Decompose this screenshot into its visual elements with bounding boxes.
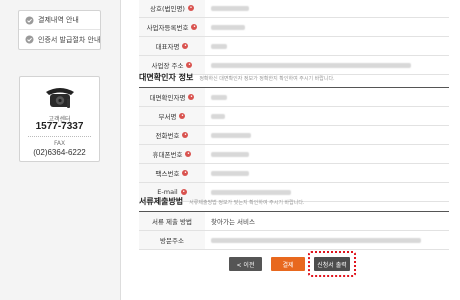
divider	[28, 136, 91, 137]
required-icon: •	[182, 170, 189, 176]
row-label-text: E-mail	[157, 188, 178, 196]
redacted-value	[211, 94, 227, 100]
row-value	[205, 231, 449, 249]
redacted-value	[211, 132, 251, 138]
required-icon: •	[179, 113, 186, 119]
highlight-annotation	[308, 251, 356, 277]
row-label: 부서명 •	[139, 107, 205, 125]
row-label: 대표자명 •	[139, 37, 205, 55]
row-label: 대면확인자명 •	[139, 88, 205, 106]
telephone-icon	[42, 82, 78, 110]
document-table: 서류 제출 방법 찾아가는 서비스 방문주소	[139, 211, 449, 250]
table-row: 휴대폰번호 •	[139, 145, 449, 164]
row-label: 팩스번호 •	[139, 164, 205, 182]
redacted-value	[211, 113, 225, 119]
row-value: 찾아가는 서비스	[211, 218, 255, 226]
table-row: 부서명 •	[139, 107, 449, 126]
redacted-value	[211, 62, 411, 68]
row-value	[205, 88, 449, 106]
table-row: 서류 제출 방법 찾아가는 서비스	[139, 212, 449, 231]
side-menu: 결제내역 안내 인증서 발급절차 안내	[18, 10, 101, 50]
row-label-text: 상호(법인명)	[150, 5, 185, 13]
redacted-value	[211, 237, 421, 243]
redacted-value	[211, 5, 249, 11]
section-hint: 서류제출방법 정보가 맞는지 확인하여 주시기 바랍니다.	[189, 200, 305, 206]
section-hint: 정확하신 대면확인자 정보가 정확한지 확인하여 주시기 바랍니다.	[199, 76, 335, 82]
company-info-table: 상호(법인명) • 사업자등록번호 • 대표자명 • 사업장 주소 •	[139, 0, 449, 75]
row-label-text: 사업자등록번호	[146, 24, 189, 32]
redacted-value	[211, 170, 249, 176]
redacted-value	[211, 189, 291, 195]
row-value	[205, 0, 449, 17]
row-label: 휴대폰번호 •	[139, 145, 205, 163]
table-row: 방문주소	[139, 231, 449, 250]
required-icon: •	[185, 151, 192, 157]
row-label: 서류 제출 방법	[139, 212, 205, 230]
side-menu-label: 인증서 발급절차 안내	[38, 35, 101, 44]
table-row: 팩스번호 •	[139, 164, 449, 183]
required-icon: •	[186, 62, 193, 68]
table-row: 대표자명 •	[139, 37, 449, 56]
side-menu-item-cert-procedure[interactable]: 인증서 발급절차 안내	[19, 30, 100, 49]
table-row: 대면확인자명 •	[139, 88, 449, 107]
row-value	[205, 107, 449, 125]
fax-label: FAX	[53, 140, 66, 147]
side-menu-item-payment-history[interactable]: 결제내역 안내	[19, 11, 100, 30]
section-title-text: 대면확인자 정보	[139, 73, 194, 82]
redacted-value	[211, 151, 249, 157]
table-row: 사업자등록번호 •	[139, 18, 449, 37]
row-label-text: 대표자명	[155, 43, 180, 51]
row-label: 전화번호 •	[139, 126, 205, 144]
required-icon: •	[191, 24, 198, 30]
table-row: 전화번호 •	[139, 126, 449, 145]
row-label-text: 사업장 주소	[151, 62, 184, 70]
row-value	[205, 126, 449, 144]
table-row: 상호(법인명) •	[139, 0, 449, 18]
contact-section-title: 대면확인자 정보 정확하신 대면확인자 정보가 정확한지 확인하여 주시기 바랍니…	[139, 72, 335, 83]
required-icon: •	[182, 43, 189, 49]
check-circle-icon	[25, 35, 34, 44]
row-label-text: 휴대폰번호	[152, 151, 183, 159]
row-label-text: 부서명	[158, 113, 177, 121]
row-value	[205, 18, 449, 36]
row-label: 상호(법인명) •	[139, 0, 205, 17]
page: 결제내역 안내 인증서 발급절차 안내 고객센터 1577-7337 FAX (…	[0, 0, 460, 300]
pay-button[interactable]: 결제	[271, 257, 305, 271]
redacted-value	[211, 24, 245, 30]
section-title-text: 서류제출방법	[139, 197, 184, 206]
side-menu-label: 결제내역 안내	[38, 16, 79, 24]
row-value	[205, 37, 449, 55]
row-label-text: 방문주소	[160, 237, 184, 245]
row-label-text: 서류 제출 방법	[151, 218, 192, 226]
check-circle-icon	[25, 16, 34, 25]
row-label: 사업자등록번호 •	[139, 18, 205, 36]
row-value	[205, 145, 449, 163]
row-label-text: 팩스번호	[155, 170, 180, 178]
required-icon: •	[182, 132, 189, 138]
row-value	[205, 164, 449, 182]
required-icon: •	[187, 5, 194, 11]
main-content: 상호(법인명) • 사업자등록번호 • 대표자명 • 사업장 주소 • 대면확인자 정보…	[121, 0, 460, 300]
fax-number: (02)6364-6222	[33, 148, 86, 157]
prev-button[interactable]: < 이전	[229, 257, 262, 271]
customer-center-box: 고객센터 1577-7337 FAX (02)6364-6222	[19, 76, 100, 162]
row-label-text: 대면확인자명	[149, 94, 186, 102]
redacted-value	[211, 43, 227, 49]
row-label-text: 전화번호	[155, 132, 180, 140]
customer-center-number: 1577-7337	[35, 121, 84, 132]
required-icon: •	[180, 189, 187, 195]
required-icon: •	[188, 94, 195, 100]
document-section-title: 서류제출방법 서류제출방법 정보가 맞는지 확인하여 주시기 바랍니다.	[139, 196, 305, 207]
contact-table: 대면확인자명 • 부서명 • 전화번호 • 휴대폰번호 • 팩스번호 • E-mail •	[139, 87, 449, 202]
row-label: 방문주소	[139, 231, 205, 249]
